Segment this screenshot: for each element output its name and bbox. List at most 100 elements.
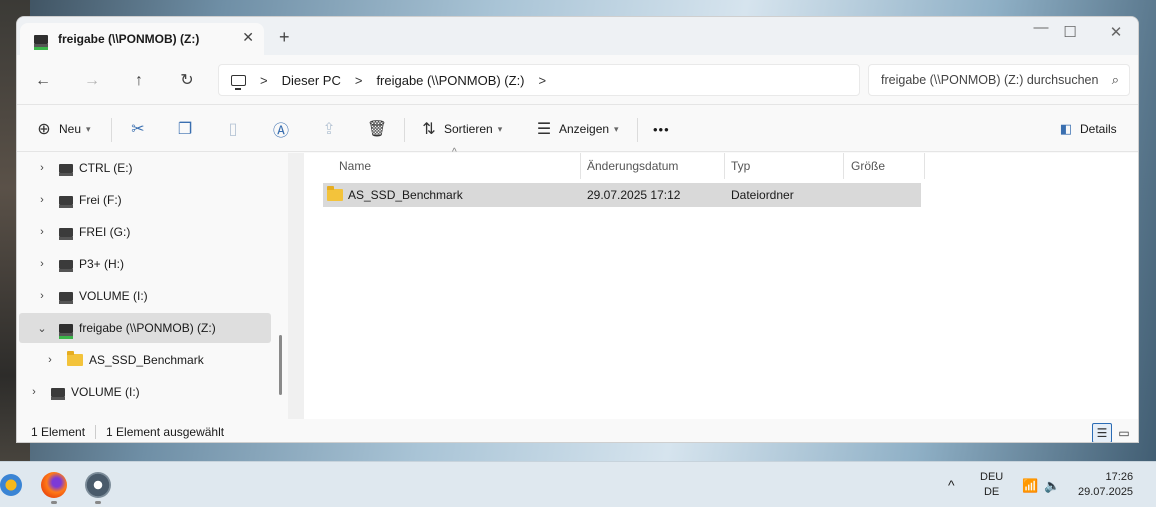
running-indicator [95,501,101,504]
chevron-down-icon: ▾ [614,123,619,134]
view-button[interactable]: ☰ Anzeigen ▾ [533,106,619,152]
tiles-view-button[interactable]: ▭ [1114,423,1134,442]
keyboard-layout: DE [983,486,1000,498]
delete-button[interactable]: 🗑 [366,106,388,152]
chevron-right-icon[interactable]: › [35,194,49,206]
pane-divider[interactable] [288,153,304,419]
details-view-button[interactable]: ☰ [1092,423,1112,442]
sidebar-item-label: P3+ (H:) [79,257,125,271]
language-indicator[interactable]: DEU DE [980,462,1003,507]
forward-button[interactable]: → [80,69,104,93]
toolbar-divider [404,118,405,142]
copy-button[interactable]: ❐ [174,106,196,152]
chevron-right-icon[interactable]: › [35,226,49,238]
sidebar-item-p3-h[interactable]: › P3+ (H:) [17,249,271,279]
toolbar-divider [637,118,638,142]
selection-count: 1 Element ausgewählt [106,425,225,439]
cut-button[interactable]: ✂ [127,106,149,152]
new-button[interactable]: ⊕ Neu ▾ [33,106,91,152]
table-row[interactable]: AS_SSD_Benchmark 29.07.2025 17:12 Dateio… [323,183,921,207]
rename-icon: Ⓐ [272,123,289,140]
command-bar: ⊕ Neu ▾ ✂ ❐ ▯ Ⓐ ⇪ 🗑 ⇅ Sortieren ▾ ☰ Anze… [17,106,1138,152]
chevron-down-icon[interactable]: ⌄ [35,322,49,335]
search-icon[interactable]: ⌕ [1112,72,1119,88]
back-button[interactable]: ← [31,69,55,93]
drive-icon [59,291,73,304]
sidebar-item-volume-i-2[interactable]: › VOLUME (I:) [17,377,271,407]
start-menu-icon[interactable] [0,474,22,496]
column-divider[interactable] [724,153,725,179]
drive-icon [59,195,73,208]
clipboard-icon: ▯ [228,121,238,138]
chevron-down-icon: ▾ [497,123,503,134]
clock-time: 17:26 [1105,471,1134,483]
column-header-size[interactable]: Größe [851,153,885,179]
sidebar-item-volume-i[interactable]: › VOLUME (I:) [17,281,271,311]
sort-arrows-icon: ⇅ [422,121,436,138]
navigation-pane: › CTRL (E:) › Frei (F:) › FREI (G:) › P3… [17,153,288,419]
column-divider[interactable] [924,153,925,179]
sidebar-item-as-ssd-benchmark[interactable]: › AS_SSD_Benchmark [17,345,271,375]
clock[interactable]: 17:26 29.07.2025 [1078,462,1133,507]
sidebar-item-label: AS_SSD_Benchmark [89,353,204,367]
details-button[interactable]: ◧ Details [1055,106,1117,152]
more-options-button[interactable]: ••• [653,106,670,152]
sidebar-scrollbar[interactable] [279,335,282,395]
share-button[interactable]: ⇪ [318,106,340,152]
new-label: Neu [59,122,82,136]
rename-button[interactable]: Ⓐ [270,106,292,152]
status-bar: 1 Element 1 Element ausgewählt ☰ ▭ [17,420,1138,442]
new-tab-button[interactable]: + [279,27,290,48]
up-button[interactable]: ↑ [127,69,151,93]
details-label: Details [1080,122,1117,136]
search-placeholder: freigabe (\\PONMOB) (Z:) durchsuchen [881,73,1099,87]
paste-button[interactable]: ▯ [222,106,244,152]
sidebar-item-freigabe-z[interactable]: ⌄ freigabe (\\PONMOB) (Z:) [19,313,271,343]
close-button[interactable]: ✕ [1101,23,1131,41]
breadcrumb-freigabe[interactable]: freigabe (\\PONMOB) (Z:) [376,73,524,88]
address-bar[interactable]: > Dieser PC > freigabe (\\PONMOB) (Z:) > [218,64,860,96]
sidebar-item-label: FREI (G:) [79,225,131,239]
breadcrumb-this-pc[interactable]: Dieser PC [282,73,341,88]
maximize-button[interactable]: ☐ [1055,23,1085,41]
column-header-type[interactable]: Typ [731,153,750,179]
clock-date: 29.07.2025 [1078,486,1134,498]
chevron-right-icon[interactable]: › [35,290,49,302]
chevron-down-icon: ▾ [86,123,91,134]
volume-icon: 🔈 [1044,477,1061,493]
sidebar-item-frei-g[interactable]: › FREI (G:) [17,217,271,247]
network-volume-tray[interactable]: 📶 🔈 [1022,462,1060,507]
column-header-modified[interactable]: Änderungsdatum [587,153,678,179]
sidebar-item-label: Frei (F:) [79,193,122,207]
refresh-button[interactable]: ↻ [175,69,199,93]
drive-icon [59,227,73,240]
file-modified: 29.07.2025 17:12 [587,188,681,202]
show-hidden-icons-button[interactable]: ^ [948,462,955,507]
settings-gear-icon[interactable] [85,472,111,498]
firefox-icon[interactable] [41,472,67,498]
tab-close-icon[interactable]: ✕ [242,29,254,46]
file-type: Dateiordner [731,188,794,202]
details-pane-icon: ◧ [1059,121,1073,136]
running-indicator [51,501,57,504]
search-box[interactable]: freigabe (\\PONMOB) (Z:) durchsuchen ⌕ [868,64,1130,96]
chevron-right-icon[interactable]: › [35,258,49,270]
status-divider [95,425,97,439]
view-lines-icon: ☰ [536,121,552,138]
column-header-name[interactable]: Name [339,153,371,179]
file-name: AS_SSD_Benchmark [348,188,463,202]
column-divider[interactable] [843,153,844,179]
sidebar-item-frei-f[interactable]: › Frei (F:) [17,185,271,215]
chevron-right-icon[interactable]: › [43,354,57,366]
breadcrumb-chevron-icon[interactable]: > [539,73,547,88]
copy-icon: ❐ [177,121,193,138]
breadcrumb-chevron-icon: > [354,72,363,88]
tab-freigabe[interactable]: freigabe (\\PONMOB) (Z:) ✕ [20,23,264,55]
chevron-right-icon[interactable]: › [27,386,41,398]
minimize-button[interactable]: — [1026,19,1056,36]
toolbar-divider [111,118,112,142]
sidebar-item-ctrl-e[interactable]: › CTRL (E:) [17,153,271,183]
sort-button[interactable]: ⇅ Sortieren ▾ [418,106,502,152]
chevron-right-icon[interactable]: › [35,162,49,174]
column-divider[interactable] [580,153,581,179]
